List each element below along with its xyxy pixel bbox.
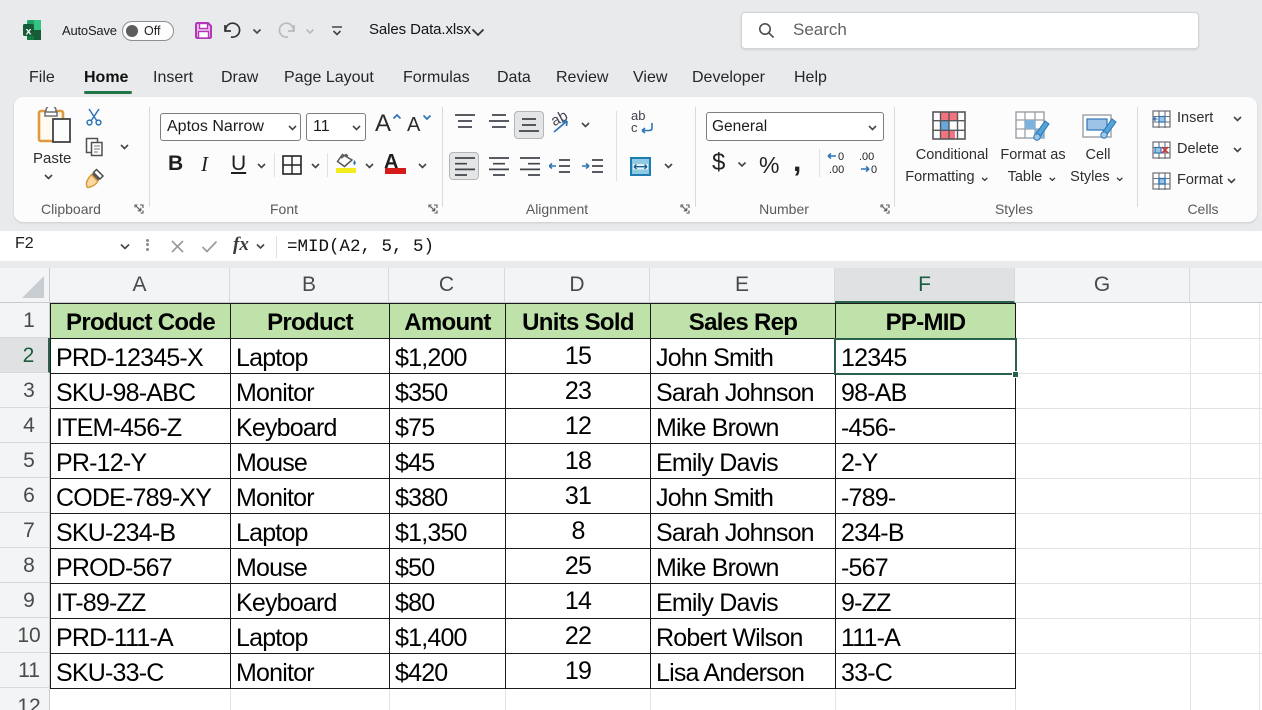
svg-text:0: 0 [871, 164, 877, 175]
svg-text:0: 0 [838, 151, 844, 163]
svg-text:x: x [26, 26, 32, 38]
svg-text:.00: .00 [829, 164, 844, 175]
svg-text:.00: .00 [859, 151, 874, 163]
